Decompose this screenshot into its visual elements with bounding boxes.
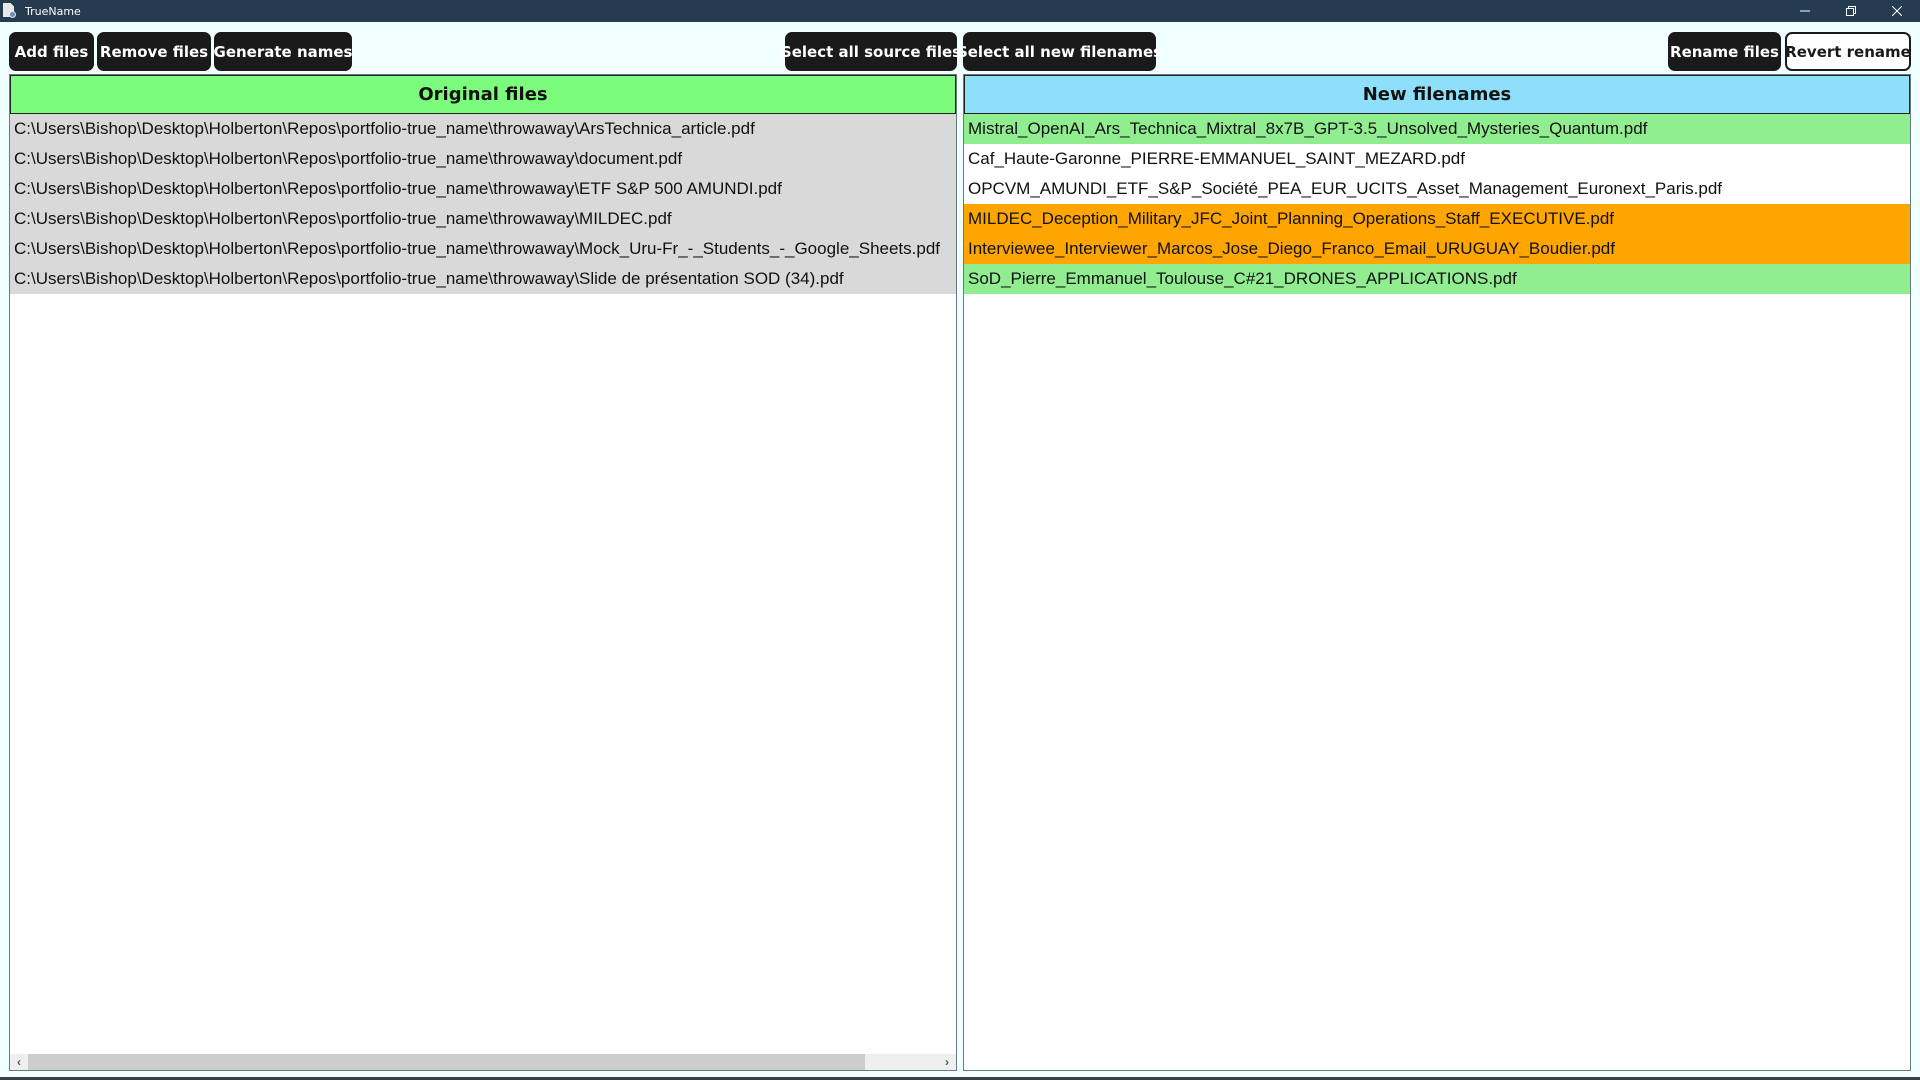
new-filename-row[interactable]: Caf_Haute-Garonne_PIERRE-EMMANUEL_SAINT_… xyxy=(964,144,1910,174)
title-bar: TrueName xyxy=(0,0,1920,22)
select-all-source-files-button[interactable]: Select all source files xyxy=(781,32,961,71)
restore-icon xyxy=(1846,6,1856,16)
new-filenames-header: New filenames xyxy=(964,75,1910,114)
restore-button[interactable] xyxy=(1828,0,1874,22)
scrollbar-track[interactable] xyxy=(28,1054,938,1070)
new-filename-row[interactable]: MILDEC_Deception_Military_JFC_Joint_Plan… xyxy=(964,204,1910,234)
minimize-button[interactable] xyxy=(1782,0,1828,22)
window-title: TrueName xyxy=(25,4,81,18)
close-icon xyxy=(1892,6,1902,16)
new-filename-row[interactable]: SoD_Pierre_Emmanuel_Toulouse_C#21_DRONES… xyxy=(964,264,1910,294)
add-files-button[interactable]: Add files xyxy=(9,32,94,71)
original-file-row[interactable]: C:\Users\Bishop\Desktop\Holberton\Repos\… xyxy=(10,144,956,174)
original-files-header: Original files xyxy=(10,75,956,114)
original-file-row[interactable]: C:\Users\Bishop\Desktop\Holberton\Repos\… xyxy=(10,174,956,204)
original-file-row[interactable]: C:\Users\Bishop\Desktop\Holberton\Repos\… xyxy=(10,114,956,144)
original-files-list[interactable]: C:\Users\Bishop\Desktop\Holberton\Repos\… xyxy=(10,114,956,294)
horizontal-scrollbar[interactable]: ‹ › xyxy=(10,1054,956,1070)
new-filename-row[interactable]: Mistral_OpenAI_Ars_Technica_Mixtral_8x7B… xyxy=(964,114,1910,144)
window-controls xyxy=(1782,0,1920,22)
rename-files-button[interactable]: Rename files xyxy=(1668,32,1781,71)
new-filenames-panel: New filenames Mistral_OpenAI_Ars_Technic… xyxy=(963,74,1911,1071)
scroll-right-icon[interactable]: › xyxy=(938,1054,956,1070)
minimize-icon xyxy=(1800,10,1810,12)
new-filename-row[interactable]: Interviewee_Interviewer_Marcos_Jose_Dieg… xyxy=(964,234,1910,264)
close-button[interactable] xyxy=(1874,0,1920,22)
scrollbar-thumb[interactable] xyxy=(28,1054,866,1070)
new-filenames-list[interactable]: Mistral_OpenAI_Ars_Technica_Mixtral_8x7B… xyxy=(964,114,1910,294)
original-file-row[interactable]: C:\Users\Bishop\Desktop\Holberton\Repos\… xyxy=(10,204,956,234)
app-document-search-icon xyxy=(3,3,17,19)
remove-files-button[interactable]: Remove files xyxy=(97,32,211,71)
revert-rename-button[interactable]: Revert rename xyxy=(1785,32,1911,71)
original-files-panel: Original files C:\Users\Bishop\Desktop\H… xyxy=(9,74,957,1071)
new-filename-row[interactable]: OPCVM_AMUNDI_ETF_S&P_Société_PEA_EUR_UCI… xyxy=(964,174,1910,204)
original-file-row[interactable]: C:\Users\Bishop\Desktop\Holberton\Repos\… xyxy=(10,234,956,264)
scroll-left-icon[interactable]: ‹ xyxy=(10,1054,28,1070)
generate-names-button[interactable]: Generate names xyxy=(214,32,352,71)
select-all-new-filenames-button[interactable]: Select all new filenames xyxy=(957,32,1162,71)
original-file-row[interactable]: C:\Users\Bishop\Desktop\Holberton\Repos\… xyxy=(10,264,956,294)
